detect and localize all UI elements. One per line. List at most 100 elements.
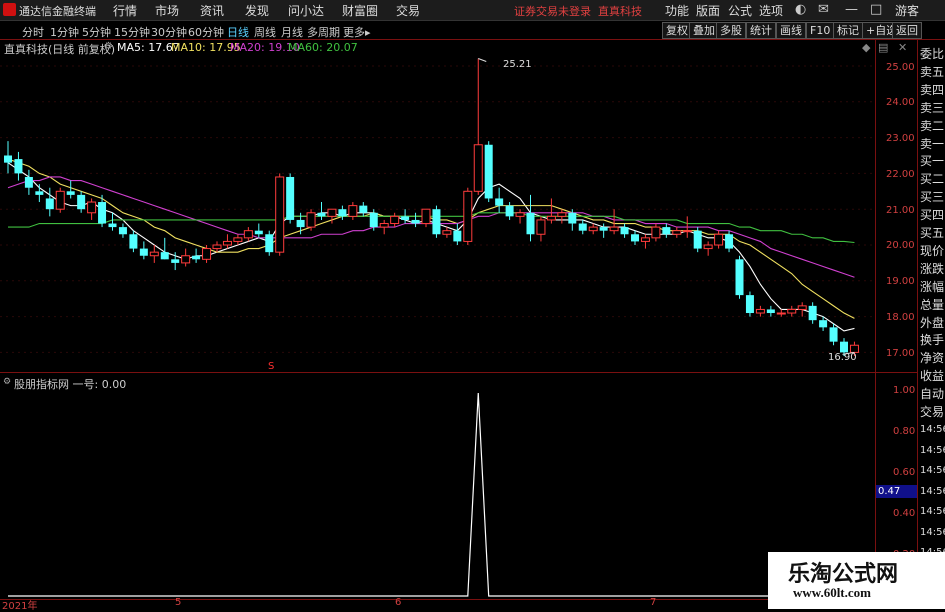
price-tick: 22.00 [886, 169, 915, 180]
candle-body [546, 215, 556, 221]
candle-body [693, 230, 702, 249]
candle-body [526, 212, 535, 235]
indicator-settings-icon[interactable]: ⚙ [3, 377, 11, 387]
trade-time-label: 14:56 [920, 465, 945, 476]
candle-body [139, 248, 148, 256]
high-price-label: 25.21 [503, 59, 532, 70]
candle-body [463, 190, 473, 242]
candle-body [735, 259, 744, 296]
trade-time-label: 14:56 [920, 506, 945, 517]
candle-body [265, 234, 274, 253]
quote-field-label: 买五 [920, 226, 945, 240]
candle-body [484, 144, 493, 199]
indicator-current-value: 0.47 [876, 485, 918, 498]
candle-body [254, 230, 263, 235]
trade-time-label: 14:56 [920, 424, 945, 435]
candle-body [578, 223, 587, 231]
candle-body [473, 144, 483, 192]
quote-field-label: 总量 [920, 297, 945, 312]
candle-body [55, 190, 65, 210]
candle-body [819, 320, 828, 328]
candle-body [181, 255, 191, 264]
price-tick: 21.00 [886, 205, 915, 216]
candle-body [442, 230, 452, 235]
candle-body [620, 227, 629, 235]
candle-body [149, 251, 159, 257]
watermark-url: www.60lt.com [793, 585, 871, 600]
candle-body [317, 212, 326, 217]
candle-body [233, 237, 243, 242]
candle-body [286, 176, 295, 220]
candle-body [631, 234, 639, 242]
candle-body [129, 234, 138, 249]
candle-body [662, 227, 671, 235]
sell-marker: S [268, 361, 275, 372]
candle-body [568, 212, 577, 224]
candle-body [171, 259, 180, 263]
price-tick: 19.00 [886, 276, 915, 287]
candle-body [338, 209, 347, 217]
candle-body [588, 226, 598, 232]
indicator-tick: 0.60 [893, 467, 916, 478]
quote-field-label: 卖四 [920, 82, 945, 97]
candle-body [725, 234, 734, 249]
candle-body [808, 305, 817, 321]
trade-time-label: 14:56 [920, 485, 945, 497]
candle-body [327, 208, 337, 217]
candle-body [98, 202, 107, 224]
candle-body [682, 230, 692, 233]
candle-body [515, 212, 525, 217]
auto-trade-label[interactable]: 自动 [920, 385, 944, 402]
candle-body [745, 295, 754, 314]
candle-body [609, 226, 619, 232]
candle-body [829, 327, 838, 342]
candle-body [14, 159, 23, 174]
quote-field-label: 净资 [920, 351, 945, 366]
indicator-tick: 1.00 [893, 385, 916, 396]
quote-field-label: 买三 [920, 190, 945, 205]
x-axis-label: 7 [650, 597, 657, 608]
candle-body [797, 305, 807, 310]
candle-body [77, 194, 86, 210]
candle-body [714, 233, 724, 246]
candle-body [118, 227, 127, 235]
candle-body [390, 215, 400, 225]
quote-field-label: 买一 [920, 154, 945, 169]
candle-body [640, 237, 650, 242]
indicator-label: 股朋指标网 一号: 0.00 [14, 378, 127, 391]
candle-body [505, 205, 514, 217]
quote-field-label: 涨跌 [920, 261, 945, 276]
watermark-title: 乐淘公式网 [788, 561, 899, 586]
candle-body [599, 227, 608, 231]
x-axis-label: 2021年 [2, 601, 38, 612]
quote-field-label: 收益 [920, 369, 945, 384]
candle-body [202, 248, 212, 260]
candle-body [108, 223, 117, 228]
price-tick: 18.00 [886, 312, 915, 323]
quote-field-label: 现价 [920, 243, 945, 258]
candle-body [369, 212, 378, 228]
x-axis-label: 6 [395, 597, 402, 608]
kline-chart[interactable] [0, 0, 945, 609]
candle-body [87, 201, 97, 214]
price-tick: 24.00 [886, 97, 915, 108]
candle-body [411, 219, 420, 224]
candle-body [160, 252, 169, 260]
candle-body [222, 240, 232, 246]
quote-field-label: 卖五 [920, 64, 945, 79]
indicator-tick: 0.40 [893, 508, 916, 519]
candle-body [275, 176, 285, 253]
candle-body [776, 312, 786, 315]
candle-body [45, 198, 54, 210]
quote-field-label: 委比 [920, 47, 945, 61]
indicator-line [8, 392, 855, 597]
candle-body [495, 198, 504, 206]
auto-trade-label[interactable]: 交易 [920, 403, 944, 420]
candle-body [421, 208, 431, 225]
high-price-pointer [478, 58, 487, 62]
candle-body [306, 212, 316, 228]
candle-body [296, 219, 305, 228]
quote-field-label: 卖三 [920, 100, 945, 115]
candle-body [766, 309, 775, 314]
quote-field-label: 买二 [920, 172, 945, 187]
